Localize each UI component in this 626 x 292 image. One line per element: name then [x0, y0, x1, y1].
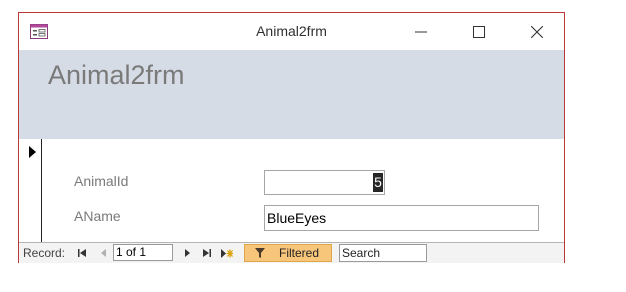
new-record-icon: [221, 248, 233, 258]
last-record-button[interactable]: [198, 243, 216, 263]
close-icon: [531, 25, 543, 38]
record-label: Record:: [23, 246, 66, 260]
animalid-value: 5: [373, 173, 383, 192]
current-record-arrow-icon: [29, 146, 36, 158]
close-button[interactable]: [508, 13, 566, 50]
aname-label: AName: [74, 208, 121, 224]
previous-record-button[interactable]: [94, 243, 112, 263]
next-record-button[interactable]: [178, 243, 196, 263]
first-record-icon: [78, 249, 86, 257]
record-navigation-bar: Record: 1 of 1 Filtered Search: [19, 242, 564, 263]
animalid-textbox[interactable]: 5: [264, 170, 385, 195]
maximize-button[interactable]: [450, 13, 508, 50]
current-record-input[interactable]: 1 of 1: [113, 244, 173, 261]
aname-textbox[interactable]: BlueEyes: [264, 205, 539, 231]
filter-toggle-button[interactable]: Filtered: [244, 244, 332, 262]
last-record-icon: [203, 249, 211, 257]
record-selector[interactable]: [19, 139, 42, 242]
form-header-title: Animal2frm: [48, 60, 185, 90]
previous-record-icon: [100, 249, 106, 257]
filter-funnel-icon: [251, 248, 269, 258]
first-record-button[interactable]: [73, 243, 91, 263]
maximize-icon: [473, 25, 485, 38]
title-bar[interactable]: Animal2frm: [19, 13, 564, 50]
form-window: Animal2frm Animal2frm AnimalId 5 AName B…: [18, 12, 565, 263]
search-input[interactable]: Search: [339, 244, 427, 262]
new-record-button[interactable]: [218, 243, 236, 263]
animalid-label: AnimalId: [74, 173, 129, 189]
form-header: Animal2frm: [19, 50, 564, 139]
minimize-button[interactable]: [392, 13, 450, 50]
form-detail: AnimalId 5 AName BlueEyes: [19, 139, 564, 242]
filter-label: Filtered: [279, 246, 320, 260]
next-record-icon: [184, 249, 190, 257]
minimize-icon: [415, 31, 427, 32]
